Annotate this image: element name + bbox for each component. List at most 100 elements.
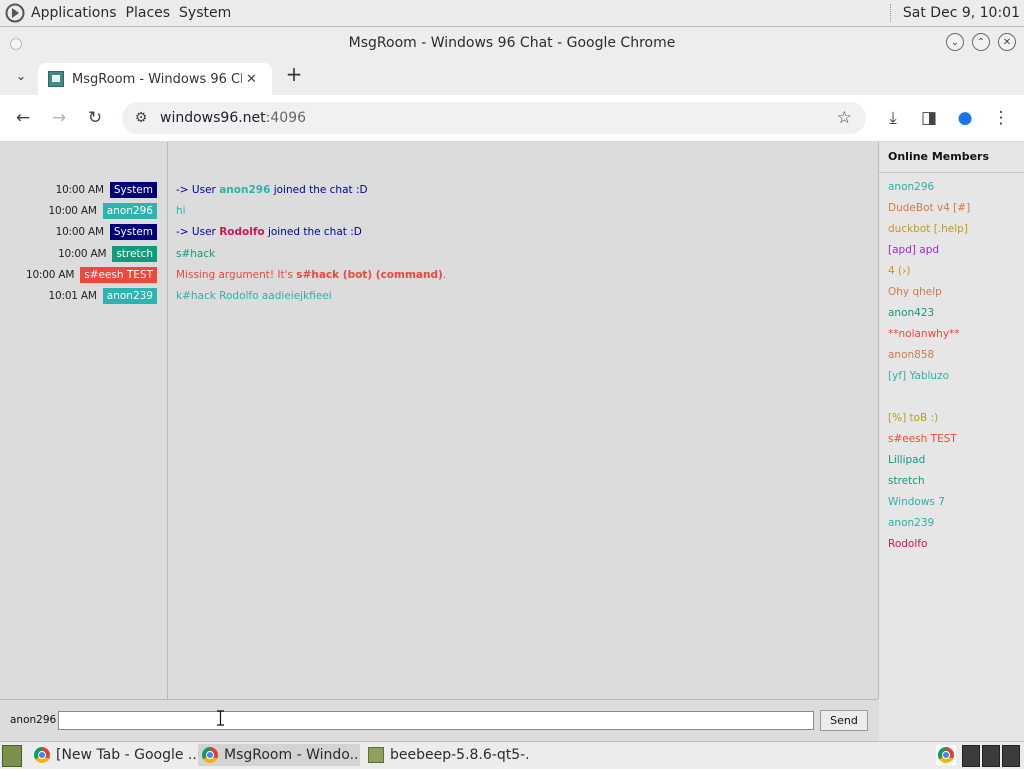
message-text: hi	[176, 203, 186, 219]
message-timestamp: 10:00 AM	[25, 268, 75, 281]
distro-logo-icon[interactable]	[5, 3, 25, 23]
message-fragment: k#hack Rodolfo aadieiejkfieei	[176, 290, 332, 302]
side-panel-icon[interactable]: ◨	[919, 108, 939, 128]
tab-search-chevron-icon[interactable]: ⌄	[12, 67, 30, 85]
taskbar-item-new-tab[interactable]: [New Tab - Google ...	[30, 744, 196, 766]
tab-close-icon[interactable]: ✕	[246, 72, 257, 87]
member-item[interactable]: anon858	[879, 345, 1024, 366]
member-item[interactable]: anon423	[879, 303, 1024, 324]
member-item[interactable]: [yf] Yabluzo	[879, 366, 1024, 387]
message-meta: 10:00 AM System	[56, 182, 157, 198]
bookmark-star-icon[interactable]: ☆	[837, 108, 852, 128]
member-item[interactable]: anon239	[879, 513, 1024, 534]
member-item[interactable]: 4 (›)	[879, 261, 1024, 282]
chrome-tray-icon[interactable]	[936, 745, 956, 765]
member-item[interactable]: duckbot [.help]	[879, 219, 1024, 240]
message-fragment: -> User	[176, 226, 220, 239]
taskbar: [New Tab - Google ... MsgRoom - Windo...…	[0, 741, 1024, 769]
window-menu-dot[interactable]	[10, 38, 22, 50]
url-host: windows96.net	[160, 110, 266, 126]
message-meta: 10:00 AM stretch	[58, 245, 157, 262]
member-item[interactable]: anon296	[879, 177, 1024, 198]
close-window-button[interactable]: ✕	[998, 33, 1016, 51]
url-port: :4096	[265, 110, 307, 126]
address-bar[interactable]: ⚙ windows96.net:4096 ☆	[122, 102, 866, 134]
message-timestamp: 10:00 AM	[55, 226, 104, 239]
browser-window: MsgRoom - Windows 96 Chat - Google Chrom…	[0, 27, 1024, 742]
send-button[interactable]: Send	[820, 710, 868, 731]
user-badge[interactable]: System	[109, 224, 157, 241]
message-text-column: -> User anon296 joined the chat :D hi -> U…	[168, 142, 879, 699]
user-badge[interactable]: System	[109, 182, 157, 198]
more-menu-icon[interactable]: ⋮	[991, 108, 1011, 128]
message-timestamp: 10:00 AM	[55, 184, 104, 196]
message-text: k#hack Rodolfo aadieiejkfieei	[176, 288, 332, 304]
address-url[interactable]: windows96.net:4096	[160, 110, 306, 126]
chrome-icon	[202, 747, 218, 763]
member-item[interactable]: [apd] apd	[879, 240, 1024, 261]
menu-applications[interactable]: Applications	[31, 5, 117, 21]
user-badge[interactable]: anon296	[102, 203, 157, 220]
member-item[interactable]: Windows 7	[879, 492, 1024, 513]
message-text: s#hack	[176, 246, 215, 262]
member-item[interactable]: stretch	[879, 471, 1024, 492]
workspace-1[interactable]	[962, 745, 980, 767]
taskbar-item-label: MsgRoom - Windo...	[224, 747, 360, 763]
member-item[interactable]: Rodolfo	[879, 534, 1024, 555]
member-item[interactable]: Lillipad	[879, 450, 1024, 471]
member-item[interactable]: DudeBot v4 [#]	[879, 198, 1024, 219]
member-item[interactable]: Ohy qhelp	[879, 282, 1024, 303]
message-fragment: s#hack (bot) (command)	[296, 268, 443, 281]
message-meta: 10:00 AM System	[55, 224, 157, 241]
message-fragment: joined the chat :D	[270, 184, 368, 196]
message-meta: 10:00 AM s#eesh TEST	[25, 266, 157, 283]
show-desktop-icon[interactable]	[2, 745, 22, 767]
message-text: -> User Rodolfo joined the chat :D	[176, 224, 362, 240]
reload-icon[interactable]: ↻	[85, 108, 105, 128]
panel-separator	[889, 4, 895, 22]
taskbar-item-label: [New Tab - Google ...	[56, 747, 196, 763]
taskbar-item-beebeep[interactable]: beebeep-5.8.6-qt5-...	[364, 744, 530, 766]
message-fragment: Rodolfo	[219, 226, 265, 239]
site-info-icon[interactable]: ⚙	[132, 109, 150, 127]
text-cursor-icon	[217, 710, 224, 726]
message-input[interactable]	[58, 711, 814, 730]
message-fragment: Missing argument! It's	[176, 268, 297, 281]
user-badge[interactable]: anon239	[102, 288, 157, 304]
msgroom-favicon-icon	[48, 71, 64, 87]
profile-avatar-icon[interactable]: ●	[955, 108, 975, 128]
top-panel: Applications Places System Sat Dec 9, 10…	[0, 0, 1024, 27]
new-tab-button[interactable]: +	[284, 64, 304, 85]
member-item[interactable]: s#eesh TEST	[879, 429, 1024, 450]
online-members-heading: Online Members	[879, 142, 1024, 173]
message-fragment: hi	[176, 205, 186, 218]
member-item[interactable]: [%] toB :)	[879, 408, 1024, 429]
maximize-button[interactable]: ⌃	[972, 33, 990, 51]
menu-places[interactable]: Places	[126, 5, 171, 21]
tab-msgroom[interactable]: MsgRoom - Windows 96 Chat ✕	[38, 63, 272, 95]
back-arrow-icon[interactable]: ←	[13, 108, 33, 128]
taskbar-item-msgroom[interactable]: MsgRoom - Windo...	[198, 744, 360, 766]
window-title: MsgRoom - Windows 96 Chat - Google Chrom…	[348, 35, 676, 51]
workspace-2[interactable]	[982, 745, 1000, 767]
message-timestamp: 10:00 AM	[48, 205, 97, 218]
window-titlebar[interactable]: MsgRoom - Windows 96 Chat - Google Chrom…	[0, 27, 1024, 59]
folder-icon	[368, 747, 384, 763]
message-meta: 10:01 AM anon239	[49, 288, 157, 304]
menu-system[interactable]: System	[179, 5, 231, 21]
message-fragment: -> User	[176, 184, 220, 196]
panel-clock[interactable]: Sat Dec 9, 10:01	[903, 5, 1020, 21]
download-icon[interactable]: ⤓	[883, 108, 903, 128]
chat-input-bar: anon296 Send	[0, 699, 878, 742]
workspace-3[interactable]	[1002, 745, 1020, 767]
browser-toolbar: ← → ↻ ⚙ windows96.net:4096 ☆ ⤓ ◨ ● ⋮	[0, 95, 1024, 142]
message-text: Missing argument! It's s#hack (bot) (com…	[176, 267, 446, 283]
member-item[interactable]: **nolanwhy**	[879, 324, 1024, 345]
minimize-button[interactable]: ⌄	[946, 33, 964, 51]
user-badge[interactable]: s#eesh TEST	[80, 266, 157, 283]
message-timestamp: 10:01 AM	[48, 290, 97, 302]
current-nick[interactable]: anon296	[10, 714, 56, 726]
member-item[interactable]	[879, 387, 1024, 408]
forward-arrow-icon[interactable]: →	[49, 108, 69, 128]
user-badge[interactable]: stretch	[112, 245, 157, 262]
